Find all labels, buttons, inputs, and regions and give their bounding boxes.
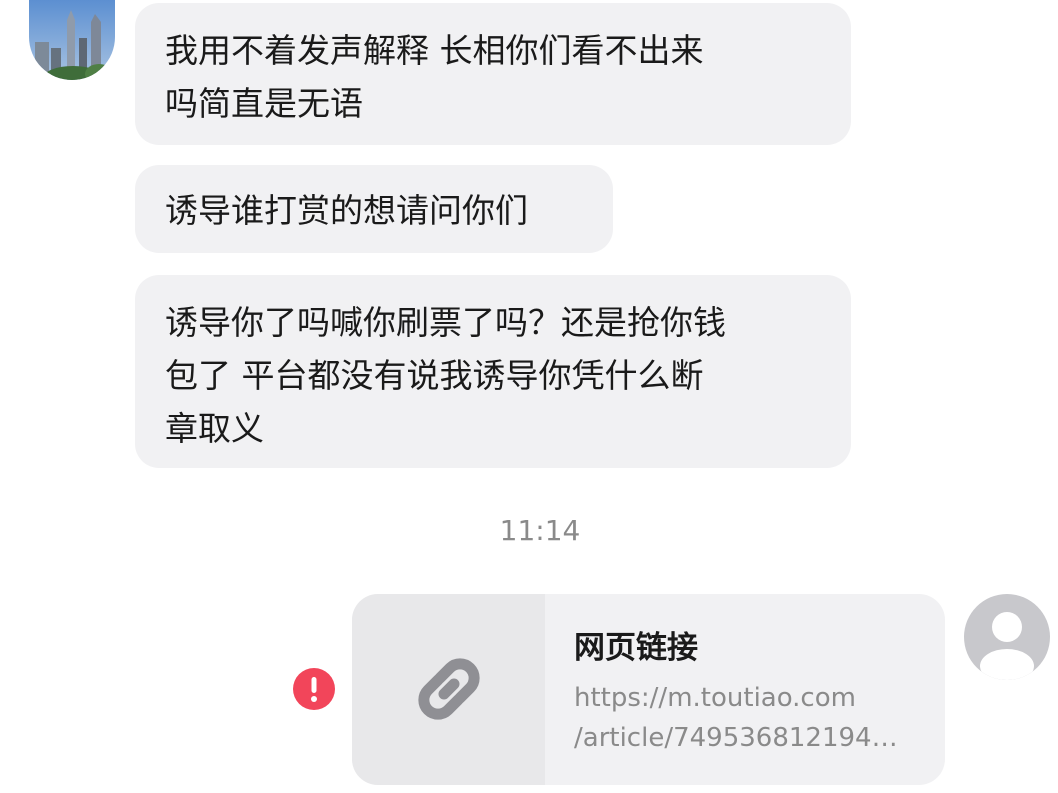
link-title: 网页链接 bbox=[574, 630, 698, 666]
link-thumbnail bbox=[352, 594, 545, 785]
link-icon bbox=[418, 658, 480, 720]
self-avatar[interactable] bbox=[964, 594, 1050, 680]
message-bubble[interactable]: 诱导谁打赏的想请问你们 bbox=[135, 165, 613, 253]
link-card[interactable]: 网页链接 https://m.toutiao.com /article/7495… bbox=[352, 594, 945, 785]
city-skyline-avatar-image bbox=[29, 0, 115, 80]
message-bubble[interactable]: 诱导你了吗喊你刷票了吗？还是抢你钱 包了 平台都没有说我诱导你凭什么断 章取义 bbox=[135, 275, 851, 468]
link-url: https://m.toutiao.com /article/749536812… bbox=[574, 683, 898, 753]
error-icon[interactable] bbox=[293, 668, 335, 710]
default-user-icon bbox=[980, 612, 1034, 680]
chat-screen: 我用不着发声解释 长相你们看不出来 吗简直是无语 诱导谁打赏的想请问你们 诱导你… bbox=[0, 0, 1058, 793]
message-timestamp: 11:14 bbox=[499, 514, 581, 547]
contact-avatar[interactable] bbox=[29, 0, 115, 80]
message-bubble[interactable]: 我用不着发声解释 长相你们看不出来 吗简直是无语 bbox=[135, 3, 851, 145]
